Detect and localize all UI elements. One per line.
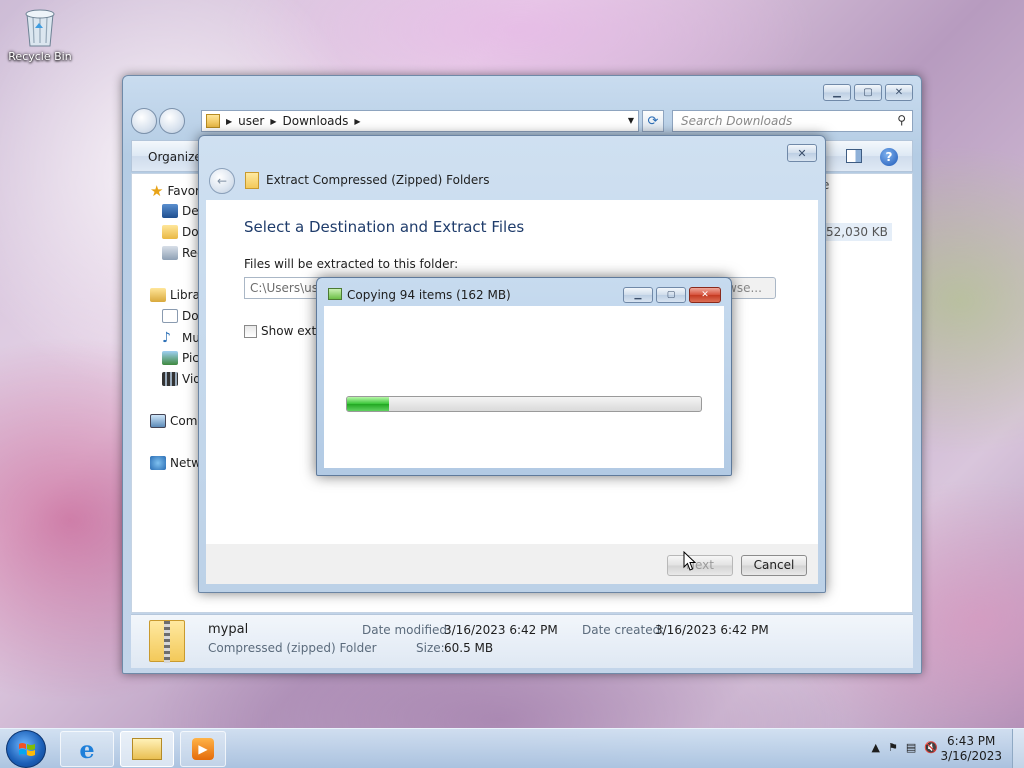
desktop-icon	[162, 204, 178, 218]
details-created-value: 3/16/2023 6:42 PM	[655, 623, 769, 637]
forward-button[interactable]	[159, 108, 185, 134]
copying-minimize-button[interactable]: ▁	[623, 287, 653, 303]
recycle-bin-label: Recycle Bin	[8, 50, 72, 63]
start-button[interactable]	[6, 730, 46, 768]
cancel-button[interactable]: Cancel	[741, 555, 807, 576]
help-icon[interactable]: ?	[880, 148, 898, 166]
downloads-folder-icon	[162, 225, 178, 239]
clock-date: 3/16/2023	[940, 749, 1002, 763]
copying-dialog-title: Copying 94 items (162 MB)	[347, 288, 511, 302]
extract-close-button[interactable]: ✕	[787, 144, 817, 162]
windows-explorer-icon	[132, 738, 162, 760]
copying-content	[324, 306, 724, 468]
search-input[interactable]: Search Downloads ⚲	[672, 110, 913, 132]
network-status-icon[interactable]: ▤	[906, 741, 916, 754]
volume-muted-icon[interactable]: 🔇	[924, 741, 938, 754]
show-desktop-button[interactable]	[1012, 729, 1024, 768]
extract-dialog-title: Extract Compressed (Zipped) Folders	[266, 173, 490, 187]
explorer-window-controls: ▁ ▢ ✕	[823, 84, 913, 101]
nav-item-pictures[interactable]: Pic	[162, 351, 199, 365]
copy-progress-icon	[328, 288, 342, 300]
nav-item-computer[interactable]: Com	[150, 414, 197, 428]
taskbar-clock[interactable]: 6:43 PM 3/16/2023	[940, 734, 1002, 764]
details-pane: mypal Compressed (zipped) Folder Date mo…	[131, 614, 913, 668]
nav-item-videos[interactable]: Vid	[162, 372, 201, 386]
copying-window-controls: ▁ ▢ ✕	[623, 287, 721, 303]
taskbar-windows-explorer[interactable]	[120, 731, 174, 767]
preview-pane-icon[interactable]	[846, 149, 862, 163]
explorer-nav-row: ▶ user ▶ Downloads ▶ ▼ ⟳ Search Download…	[131, 108, 913, 134]
breadcrumb-user[interactable]: user	[232, 114, 270, 128]
computer-icon	[150, 414, 166, 428]
chevron-right-icon: ▶	[354, 116, 361, 126]
extract-destination-label: Files will be extracted to this folder:	[244, 257, 459, 271]
extract-heading: Select a Destination and Extract Files	[244, 218, 525, 236]
recent-places-icon	[162, 246, 178, 260]
details-file-name: mypal	[208, 622, 249, 637]
downloads-folder-icon	[206, 114, 220, 128]
address-dropdown-icon[interactable]: ▼	[628, 116, 634, 125]
copy-progress-bar	[346, 396, 702, 412]
address-bar[interactable]: ▶ user ▶ Downloads ▶ ▼	[201, 110, 639, 132]
checkbox-box[interactable]	[244, 324, 257, 338]
search-placeholder: Search Downloads	[681, 114, 793, 128]
taskbar-media-player[interactable]: ▶	[180, 731, 226, 767]
file-size-cell: 52,030 KB	[822, 223, 892, 241]
mouse-cursor-icon	[683, 550, 697, 571]
details-created-label: Date created:	[582, 623, 665, 637]
details-size-value: 60.5 MB	[444, 641, 494, 655]
taskbar-internet-explorer[interactable]: e	[60, 731, 114, 767]
star-icon: ★	[150, 182, 164, 200]
music-icon: ♪	[162, 330, 171, 346]
extract-back-button[interactable]: ←	[209, 168, 235, 194]
nav-item-libraries[interactable]: Libra	[150, 288, 200, 302]
nav-item-network[interactable]: Netw	[150, 456, 201, 470]
refresh-button[interactable]: ⟳	[642, 110, 664, 132]
nav-item-favorites[interactable]: ★ Favor	[150, 182, 200, 200]
show-hidden-icons-icon[interactable]: ▲	[872, 741, 880, 754]
breadcrumb-downloads[interactable]: Downloads	[277, 114, 355, 128]
zip-folder-icon	[149, 620, 185, 663]
explorer-close-button[interactable]: ✕	[885, 84, 913, 101]
clock-time: 6:43 PM	[947, 734, 996, 748]
extract-footer: Next Cancel	[206, 544, 818, 584]
taskbar: e ▶ ▲ ⚑ ▤ 🔇 6:43 PM 3/16/2023	[0, 728, 1024, 768]
pictures-icon	[162, 351, 178, 365]
network-icon	[150, 456, 166, 470]
back-button[interactable]	[131, 108, 157, 134]
windows-logo-icon	[19, 743, 35, 756]
internet-explorer-icon: e	[79, 734, 95, 764]
details-modified-value: 3/16/2023 6:42 PM	[444, 623, 558, 637]
organize-button[interactable]: Organize	[148, 150, 202, 164]
search-icon: ⚲	[897, 113, 906, 127]
details-file-type: Compressed (zipped) Folder	[208, 641, 377, 655]
zip-folder-icon	[245, 172, 259, 189]
copying-close-button[interactable]: ✕	[689, 287, 721, 303]
system-tray: ▲ ⚑ ▤ 🔇	[872, 741, 938, 754]
copying-maximize-button[interactable]: ▢	[656, 287, 686, 303]
libraries-icon	[150, 288, 166, 302]
next-button[interactable]: Next	[667, 555, 733, 576]
explorer-minimize-button[interactable]: ▁	[823, 84, 851, 101]
explorer-maximize-button[interactable]: ▢	[854, 84, 882, 101]
media-player-icon: ▶	[192, 738, 214, 760]
documents-icon	[162, 309, 178, 323]
details-modified-label: Date modified:	[362, 623, 452, 637]
videos-icon	[162, 372, 178, 386]
copying-dialog: Copying 94 items (162 MB) ▁ ▢ ✕	[316, 277, 732, 476]
recycle-bin-icon	[23, 6, 57, 48]
action-center-flag-icon[interactable]: ⚑	[888, 741, 898, 754]
nav-item-music[interactable]: ♪ Mu	[162, 330, 200, 346]
recycle-bin-desktop-icon[interactable]: Recycle Bin	[4, 6, 76, 63]
details-size-label: Size:	[416, 641, 445, 655]
copy-progress-fill	[347, 397, 390, 411]
